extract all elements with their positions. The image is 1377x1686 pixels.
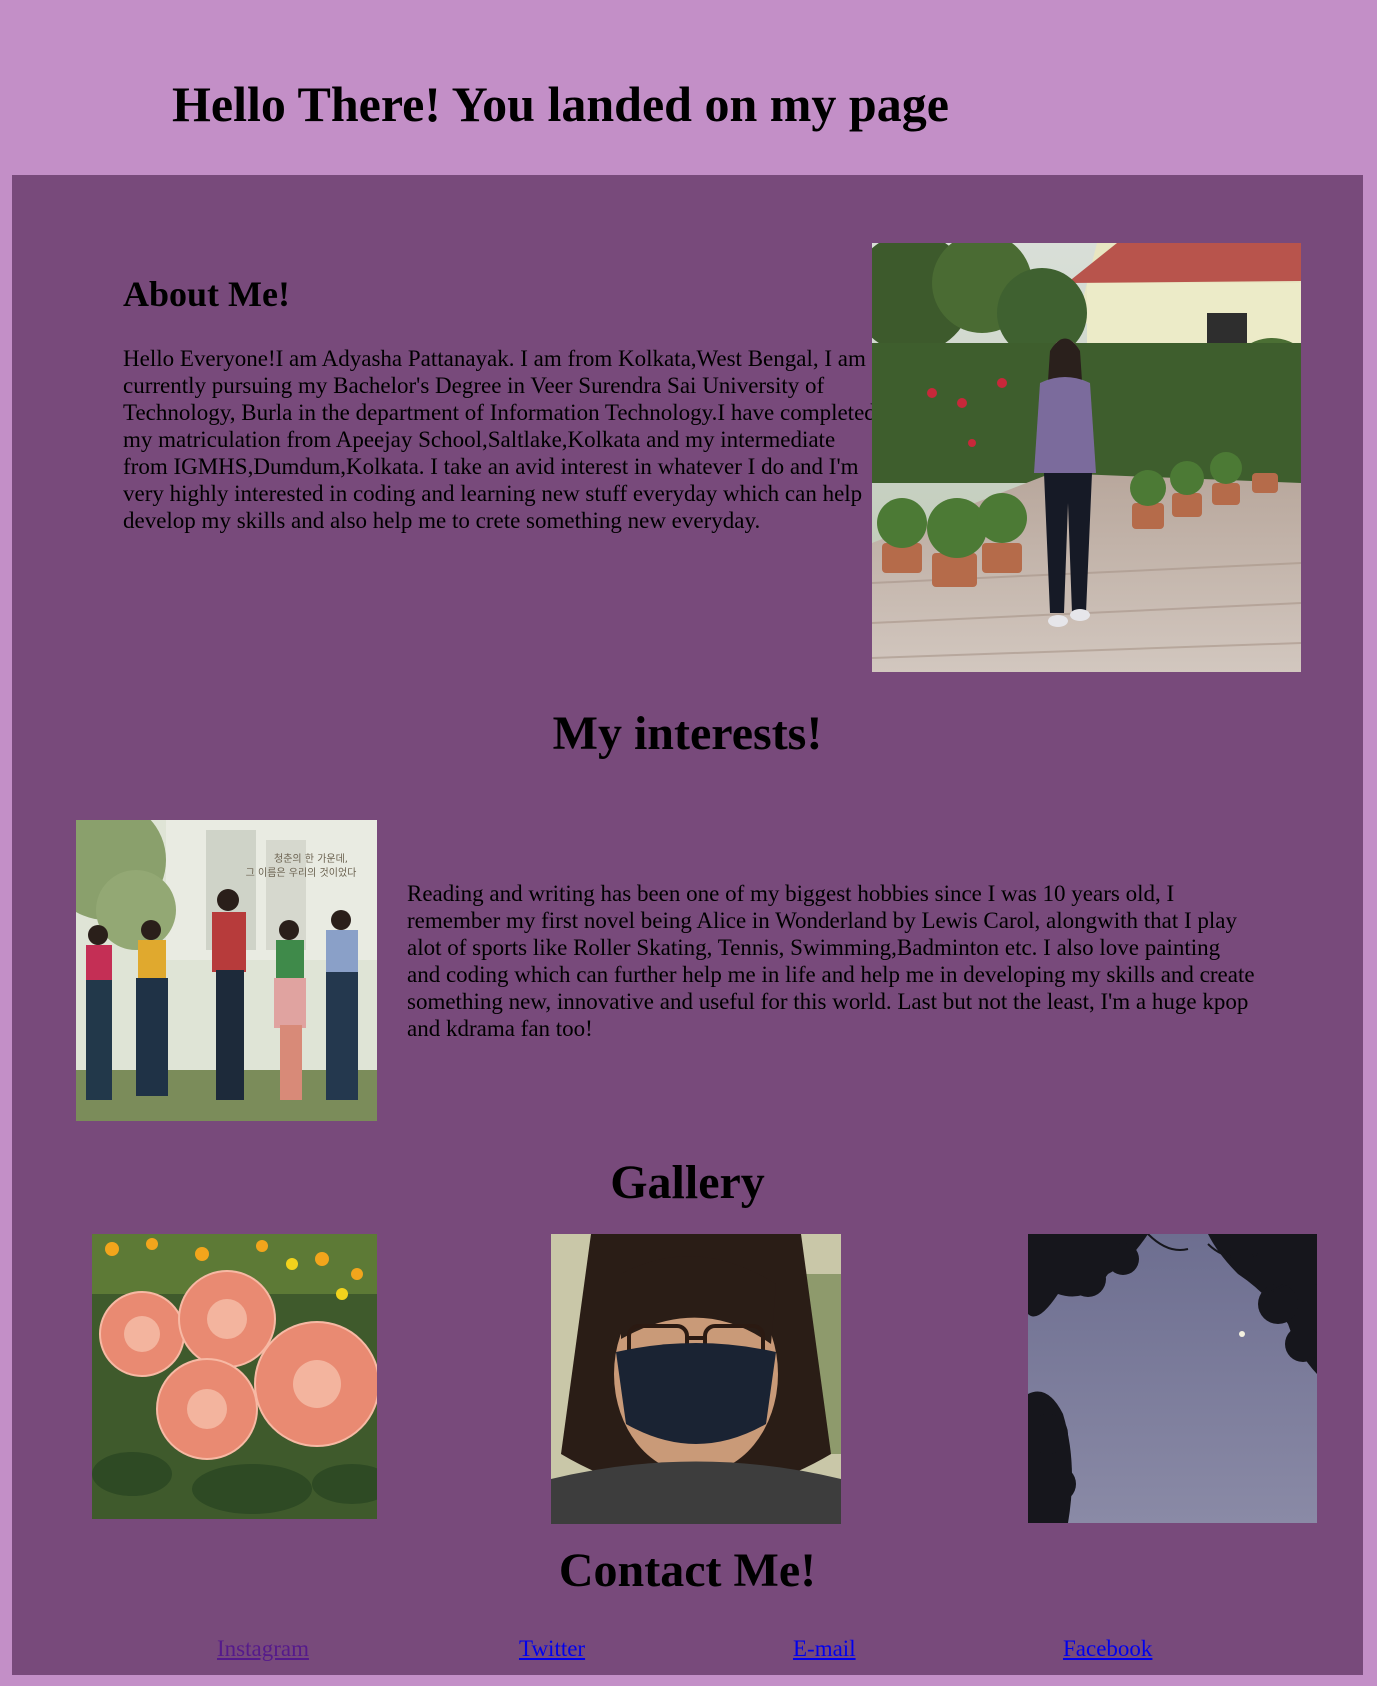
instagram-link[interactable]: Instagram [217,1635,309,1662]
email-link[interactable]: E-mail [793,1635,856,1662]
page-title: Hello There! You landed on my page [172,76,949,132]
poster-text-line-1: 청춘의 한 가운데, [274,853,348,865]
about-heading: About Me! [123,274,290,314]
page-header: Hello There! You landed on my page [0,0,1377,175]
interests-text: Reading and writing has been one of my b… [407,881,1255,1041]
twitter-link[interactable]: Twitter [519,1635,585,1662]
main-panel: About Me! Hello Everyone!I am Adyasha Pa… [12,175,1363,1675]
gallery-heading: Gallery [610,1156,765,1209]
contact-heading: Contact Me! [558,1544,817,1597]
profile-photo [872,243,1301,672]
about-text: Hello Everyone!I am Adyasha Pattanayak. … [123,346,876,533]
gallery-sky-image [1028,1234,1317,1523]
kdrama-poster-image: 청춘의 한 가운데, 그 이름은 우리의 것이었다 [76,820,377,1121]
facebook-link[interactable]: Facebook [1063,1635,1152,1662]
gallery-flowers-image [92,1234,377,1519]
poster-text-line-2: 그 이름은 우리의 것이었다 [246,867,357,879]
interests-heading: My interests! [552,707,823,760]
gallery-selfie-image [551,1234,841,1524]
